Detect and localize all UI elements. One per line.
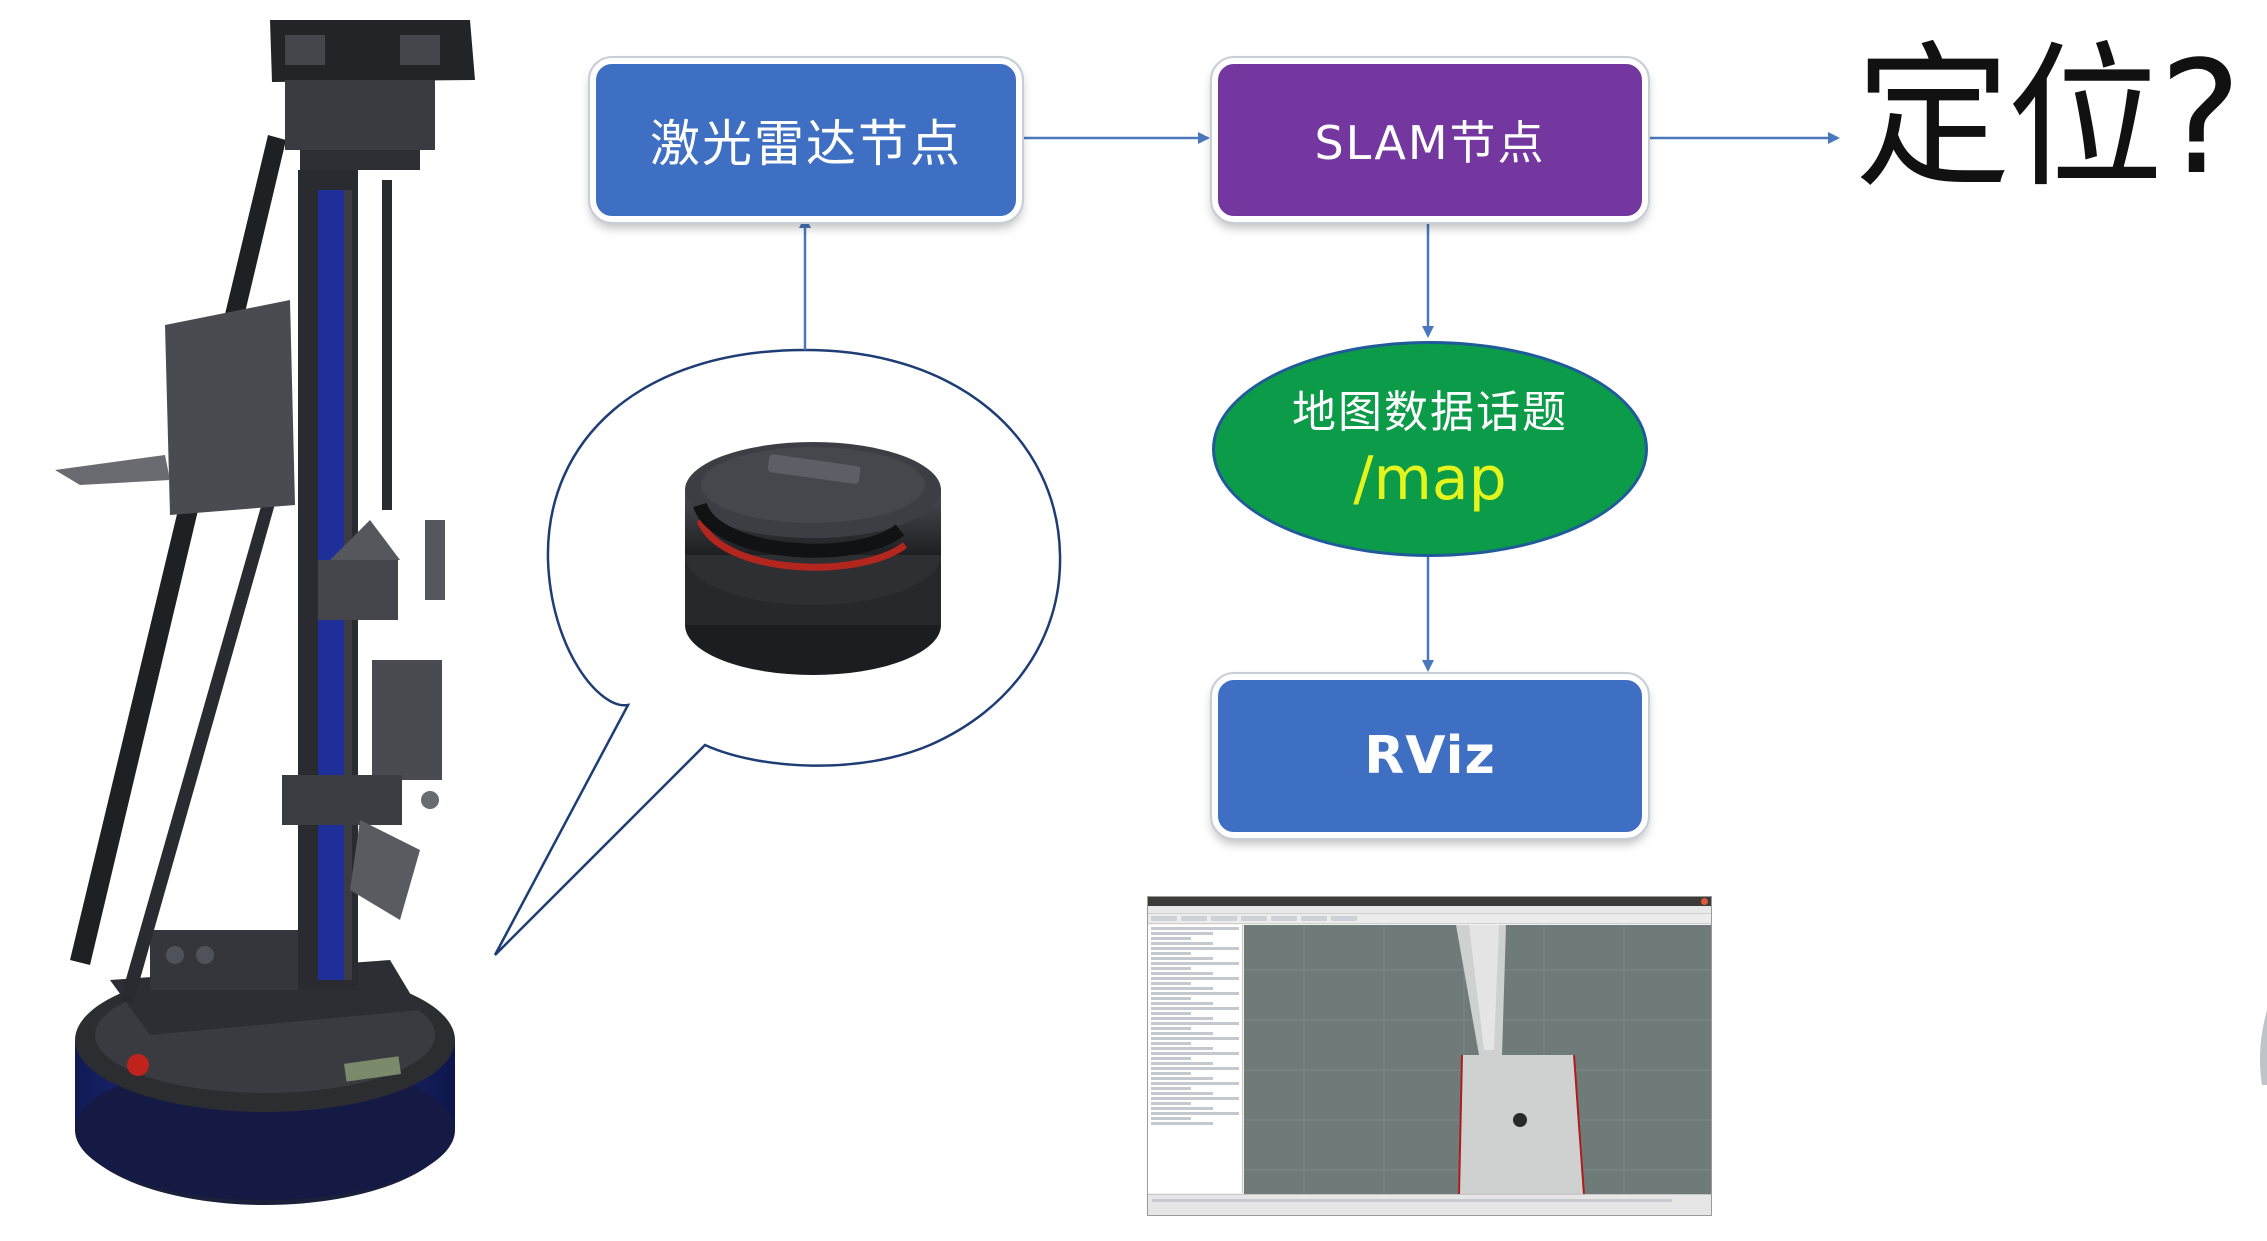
map-topic-name: /map — [1353, 444, 1507, 514]
lidar-node-box: 激光雷达节点 — [588, 56, 1024, 224]
lidar-node-label: 激光雷达节点 — [650, 115, 962, 173]
rviz-statusbar — [1148, 1194, 1711, 1215]
close-icon — [1701, 898, 1708, 905]
localization-question: 定位? — [1855, 27, 2242, 209]
rviz-toolbar — [1148, 914, 1711, 924]
occupancy-grid-map — [1244, 925, 1711, 1195]
lidar-sensor-illustration — [685, 442, 941, 675]
slam-node-label: SLAM节点 — [1314, 116, 1546, 170]
rviz-node-label: RViz — [1364, 726, 1496, 786]
rviz-3d-view — [1244, 925, 1711, 1195]
robot-illustration — [55, 20, 475, 1205]
rviz-node-box: RViz — [1210, 672, 1650, 840]
rviz-displays-panel — [1148, 925, 1243, 1193]
slam-node-box: SLAM节点 — [1210, 56, 1650, 224]
rviz-menubar — [1148, 906, 1711, 914]
rviz-window-titlebar — [1148, 897, 1711, 906]
diagram-canvas: 激光雷达节点 SLAM节点 地图数据话题 /map RViz 定位? — [0, 0, 2267, 1241]
map-topic-ellipse: 地图数据话题 /map — [1212, 341, 1648, 557]
map-topic-label: 地图数据话题 — [1292, 387, 1568, 438]
rviz-screenshot — [1147, 896, 1712, 1216]
